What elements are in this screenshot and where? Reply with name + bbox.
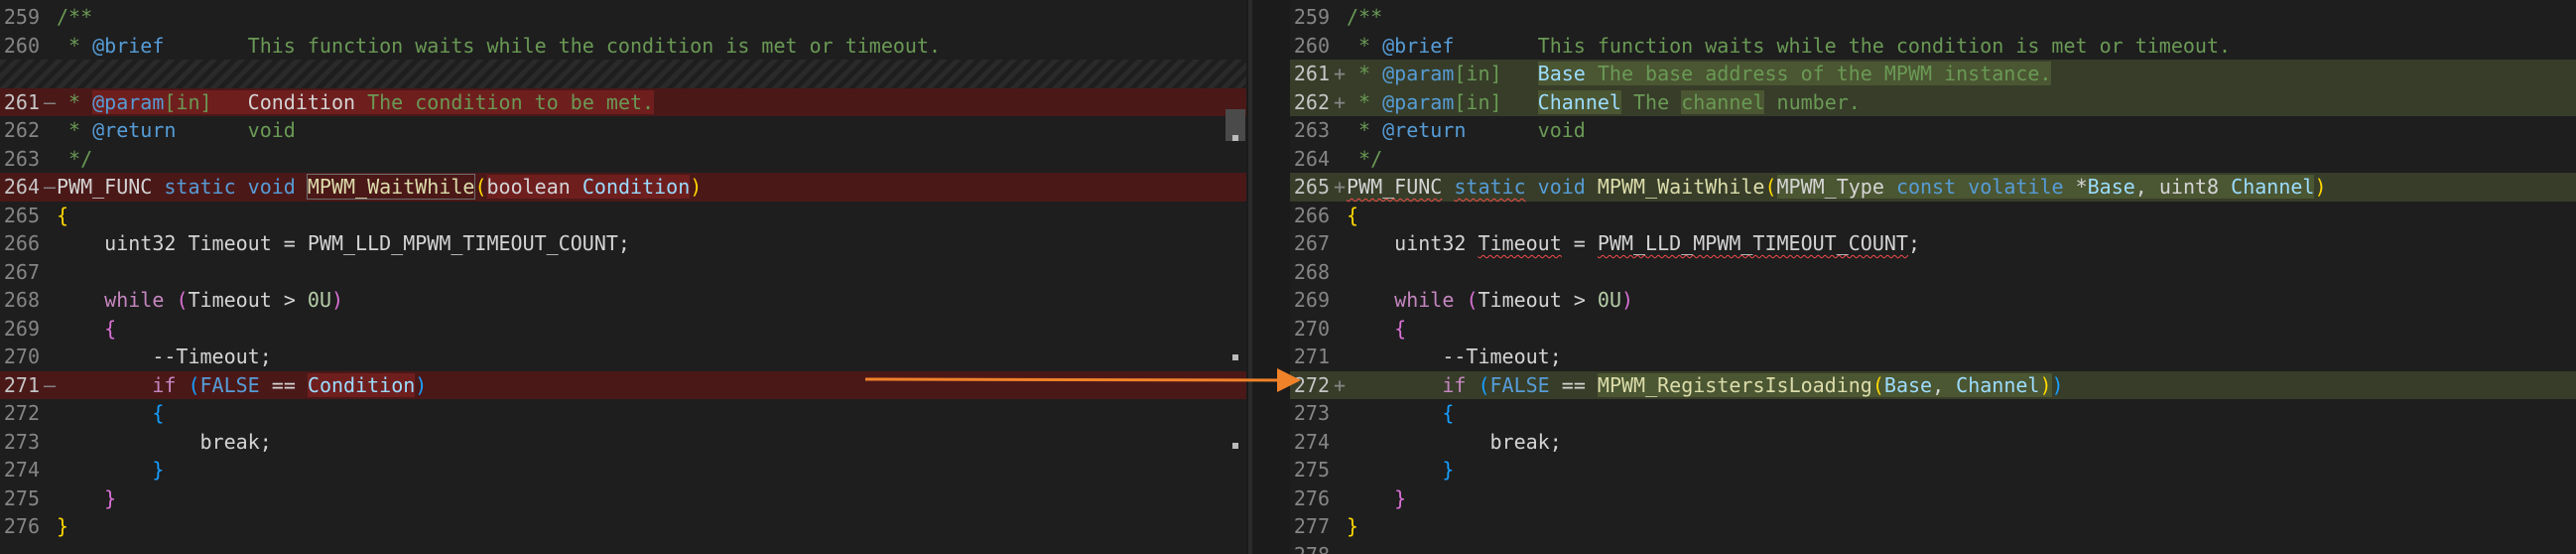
arrow-right-icon	[864, 367, 1301, 392]
